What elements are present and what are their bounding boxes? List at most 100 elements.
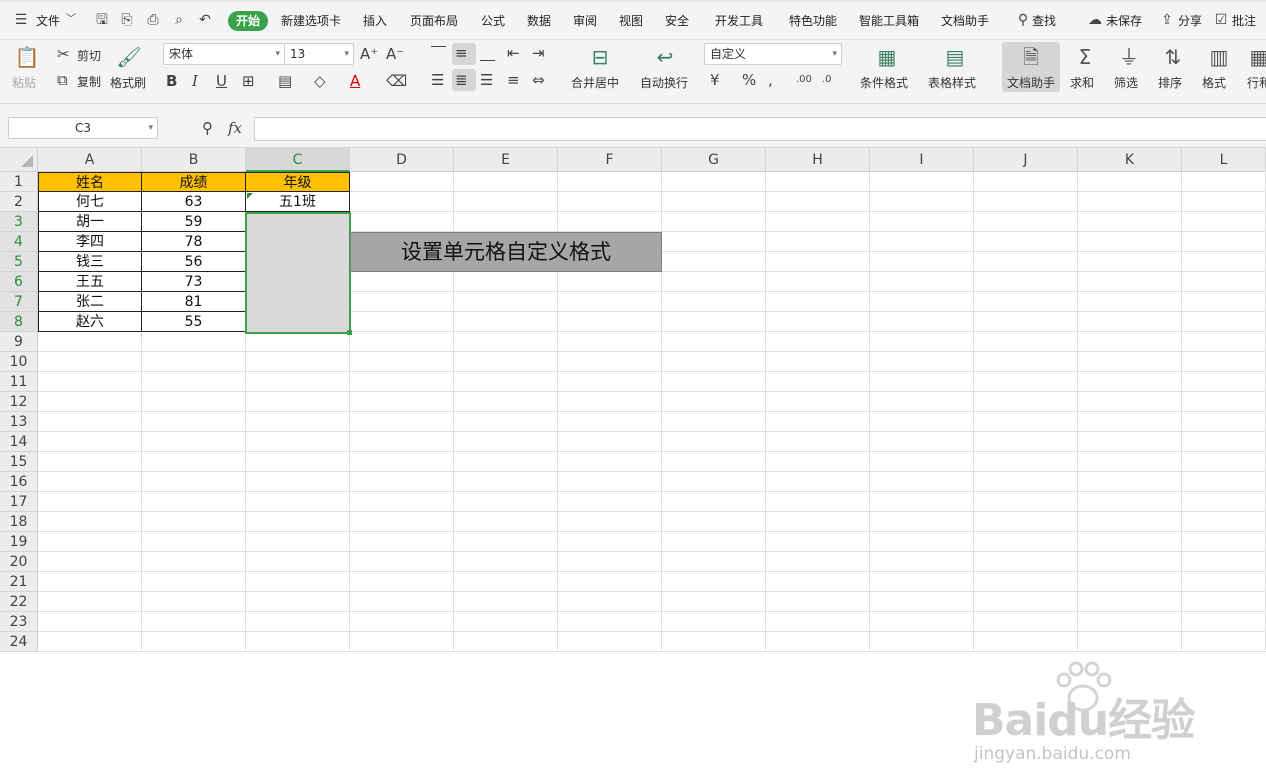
row-col-button[interactable]: 行和 <box>1247 74 1266 91</box>
cell-a5[interactable]: 钱三 <box>38 252 142 272</box>
search-button[interactable]: 查找 <box>1032 11 1056 31</box>
format-button[interactable]: 格式 <box>1202 74 1226 91</box>
font-shrink-icon[interactable]: A⁻ <box>386 45 404 63</box>
formula-input[interactable] <box>254 117 1266 141</box>
column-header-a[interactable]: A <box>38 148 142 172</box>
conditional-format-button[interactable]: 条件格式 <box>860 74 908 91</box>
print-preview-icon[interactable]: ⌕ <box>170 11 188 29</box>
format-painter-button[interactable]: 格式刷 <box>110 74 146 91</box>
unsaved-status[interactable]: 未保存 <box>1106 11 1142 31</box>
row-header-24[interactable]: 24 <box>0 632 38 652</box>
cell-a8[interactable]: 赵六 <box>38 312 142 332</box>
row-header-19[interactable]: 19 <box>0 532 38 552</box>
print-icon[interactable]: ⎙ <box>144 11 162 29</box>
row-header-11[interactable]: 11 <box>0 372 38 392</box>
column-header-h[interactable]: H <box>766 148 870 172</box>
tab-doc-helper[interactable]: 文档助手 <box>941 11 989 31</box>
column-header-c[interactable]: C <box>246 148 350 172</box>
distribute-icon[interactable]: ⇔ <box>532 71 545 89</box>
column-header-b[interactable]: B <box>142 148 246 172</box>
doc-helper-icon[interactable]: 🗎 <box>1016 44 1046 70</box>
tab-security[interactable]: 安全 <box>665 11 689 31</box>
decrease-decimal-icon[interactable]: .0 <box>822 71 832 89</box>
tab-smart-toolbox[interactable]: 智能工具箱 <box>859 11 919 31</box>
align-right-icon[interactable]: ☰ <box>480 71 493 89</box>
export-icon[interactable]: ⎘ <box>118 11 136 29</box>
underline-icon[interactable]: U <box>216 72 227 90</box>
tab-formula[interactable]: 公式 <box>481 11 505 31</box>
cell-b7[interactable]: 81 <box>141 292 246 312</box>
select-all-corner[interactable] <box>0 148 38 172</box>
doc-helper-button[interactable]: 文档助手 <box>1007 74 1055 91</box>
border-icon[interactable]: ⊞ <box>242 72 255 90</box>
column-header-k[interactable]: K <box>1078 148 1182 172</box>
number-format-select[interactable]: 自定义 ▾ <box>704 43 842 65</box>
filter-icon[interactable]: ⏚ <box>1114 44 1144 70</box>
tab-review[interactable]: 审阅 <box>573 11 597 31</box>
row-header-3[interactable]: 3 <box>0 212 38 232</box>
cell-a1[interactable]: 姓名 <box>38 172 142 192</box>
row-header-23[interactable]: 23 <box>0 612 38 632</box>
cell-b6[interactable]: 73 <box>141 272 246 292</box>
copy-button[interactable]: 复制 <box>77 73 101 90</box>
cell-b4[interactable]: 78 <box>141 232 246 252</box>
column-header-l[interactable]: L <box>1182 148 1266 172</box>
save-icon[interactable]: 🖫 <box>93 11 111 29</box>
font-grow-icon[interactable]: A⁺ <box>360 45 378 63</box>
column-header-e[interactable]: E <box>454 148 558 172</box>
column-header-j[interactable]: J <box>974 148 1078 172</box>
search-icon[interactable]: ⚲ <box>1014 11 1032 29</box>
row-header-9[interactable]: 9 <box>0 332 38 352</box>
bold-icon[interactable]: B <box>166 72 177 90</box>
cell-c1[interactable]: 年级 <box>245 172 350 192</box>
fill-color-icon[interactable]: ◇ <box>314 72 326 90</box>
cut-button[interactable]: 剪切 <box>77 47 101 64</box>
align-bottom-icon[interactable]: ⎽ <box>480 44 495 62</box>
name-box[interactable]: C3 ▾ <box>8 117 158 139</box>
font-name-select[interactable]: 宋体 ▾ <box>163 43 285 65</box>
fill-handle[interactable] <box>347 330 352 335</box>
row-col-icon[interactable]: ▦ <box>1244 44 1266 70</box>
paste-icon[interactable]: 📋 <box>12 44 42 70</box>
merge-center-icon[interactable]: ⊟ <box>585 44 615 70</box>
justify-icon[interactable]: ≡ <box>507 71 520 89</box>
wrap-text-icon[interactable]: ↩ <box>650 44 680 70</box>
tab-page-layout[interactable]: 页面布局 <box>410 11 458 31</box>
font-color-icon[interactable]: A <box>350 72 360 90</box>
wrap-text-button[interactable]: 自动换行 <box>640 74 688 91</box>
thousands-icon[interactable]: , <box>768 71 773 89</box>
align-middle-icon[interactable]: ≡ <box>455 44 468 62</box>
format-icon[interactable]: ▥ <box>1204 44 1234 70</box>
currency-icon[interactable]: ¥ <box>710 71 720 89</box>
align-left-icon[interactable]: ☰ <box>431 71 444 89</box>
row-header-16[interactable]: 16 <box>0 472 38 492</box>
comment-button[interactable]: 批注 <box>1232 11 1256 31</box>
column-header-g[interactable]: G <box>662 148 766 172</box>
column-header-d[interactable]: D <box>350 148 454 172</box>
cell-a4[interactable]: 李四 <box>38 232 142 252</box>
row-header-17[interactable]: 17 <box>0 492 38 512</box>
tab-features[interactable]: 特色功能 <box>789 11 837 31</box>
row-header-20[interactable]: 20 <box>0 552 38 572</box>
column-header-f[interactable]: F <box>558 148 662 172</box>
indent-decrease-icon[interactable]: ⇤ <box>507 44 520 62</box>
tab-start[interactable]: 开始 <box>228 11 269 31</box>
row-header-22[interactable]: 22 <box>0 592 38 612</box>
format-painter-icon[interactable]: 🖌 <box>114 44 144 70</box>
filter-button[interactable]: 筛选 <box>1114 74 1138 91</box>
cell-b8[interactable]: 55 <box>141 312 246 332</box>
table-style-icon[interactable]: ▤ <box>940 44 970 70</box>
share-button[interactable]: 分享 <box>1178 11 1202 31</box>
row-header-10[interactable]: 10 <box>0 352 38 372</box>
sort-icon[interactable]: ⇅ <box>1158 44 1188 70</box>
tab-view[interactable]: 视图 <box>619 11 643 31</box>
conditional-format-icon[interactable]: ▦ <box>872 44 902 70</box>
clear-format-icon[interactable]: ⌫ <box>386 72 407 90</box>
align-center-icon[interactable]: ≣ <box>455 71 468 89</box>
cell-a6[interactable]: 王五 <box>38 272 142 292</box>
cell-b1[interactable]: 成绩 <box>141 172 246 192</box>
tab-developer[interactable]: 开发工具 <box>715 11 763 31</box>
font-size-select[interactable]: 13 ▾ <box>284 43 354 65</box>
row-header-5[interactable]: 5 <box>0 252 38 272</box>
undo-icon[interactable]: ↶ <box>196 11 214 29</box>
